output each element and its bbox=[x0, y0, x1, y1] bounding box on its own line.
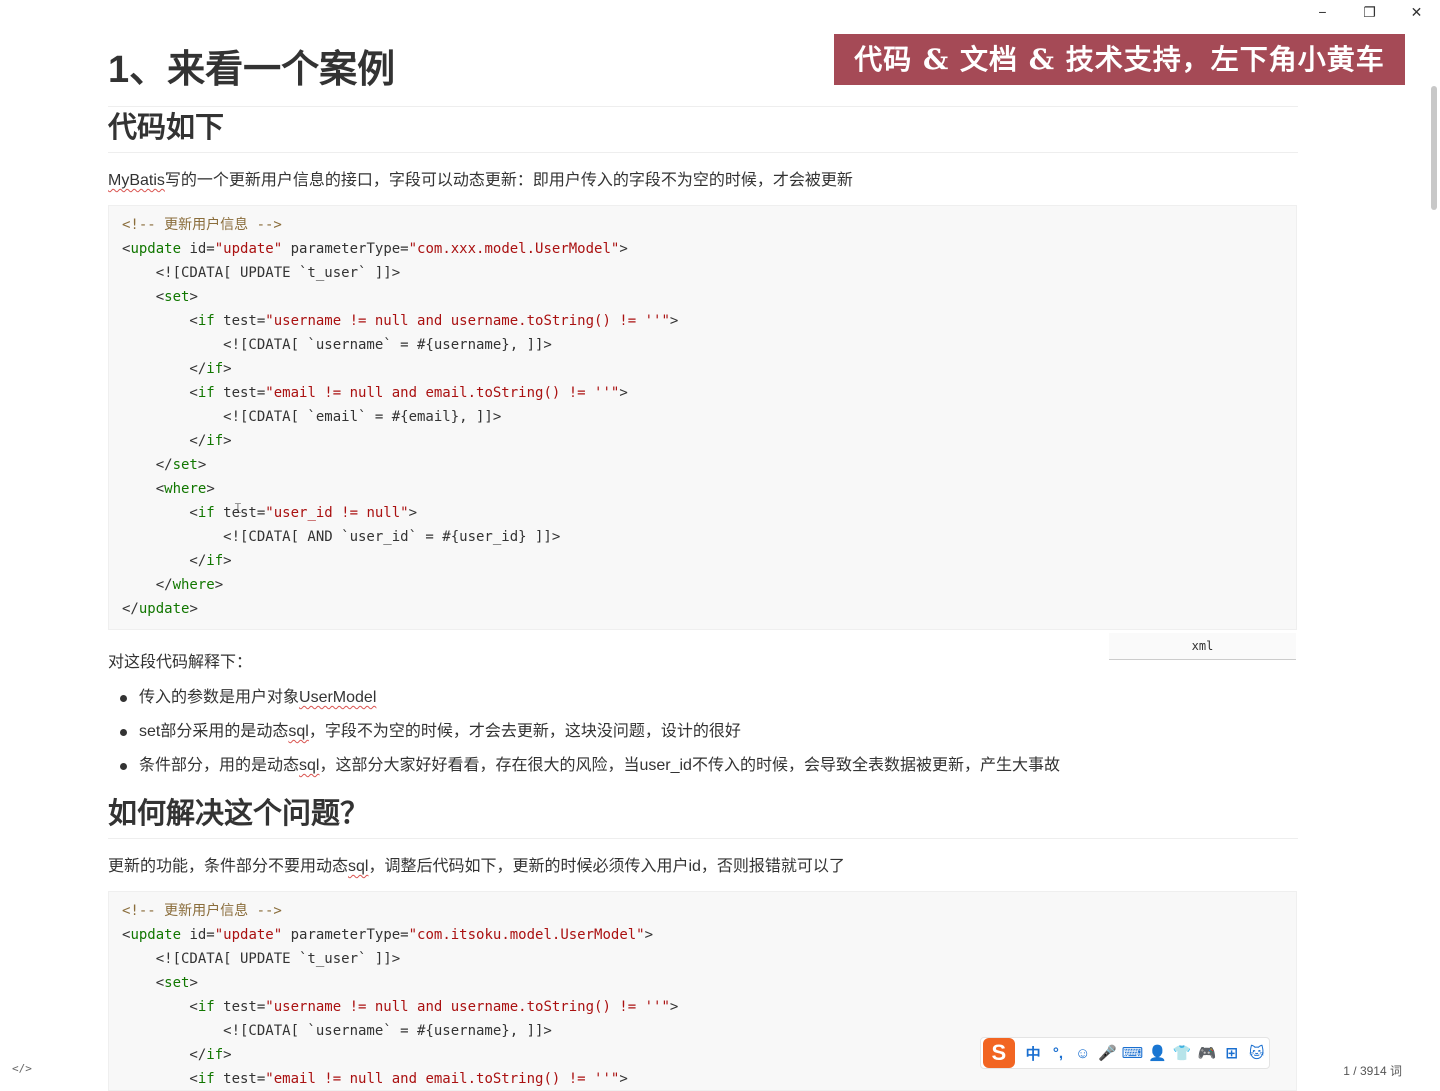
list-item: 传入的参数是用户对象UserModel bbox=[108, 686, 1060, 720]
minimize-button[interactable]: − bbox=[1299, 0, 1346, 24]
emoji-icon[interactable]: ☺ bbox=[1070, 1040, 1095, 1066]
keyboard-icon[interactable]: ⌨ bbox=[1120, 1040, 1145, 1066]
skin-icon[interactable]: 👕 bbox=[1170, 1040, 1195, 1066]
code-line: <if test="email != null and email.toStri… bbox=[122, 1071, 628, 1087]
code-line: </set> bbox=[122, 457, 207, 473]
code-line: <![CDATA[ UPDATE `t_user` ]]> bbox=[122, 265, 401, 281]
code-line: <set> bbox=[122, 289, 198, 305]
solution-text-pre: 更新的功能，条件部分不要用动态 bbox=[108, 858, 349, 875]
code-line: </if> bbox=[122, 433, 232, 449]
code-line: <if test="user_id != null"> bbox=[122, 505, 418, 521]
explanation-list: 传入的参数是用户对象UserModel set部分采用的是动态sql，字段不为空的… bbox=[108, 686, 1060, 788]
code-line: <![CDATA[ `email` = #{email}, ]]> bbox=[122, 409, 502, 425]
intro-paragraph: MyBatis写的一个更新用户信息的接口，字段可以动态更新：即用户传入的字段不为… bbox=[108, 166, 853, 190]
code-line: </if> bbox=[122, 361, 232, 377]
game-icon[interactable]: 🎮 bbox=[1195, 1040, 1220, 1066]
solution-text-post: ，调整后代码如下，更新的时候必须传入用户id，否则报错就可以了 bbox=[368, 858, 845, 875]
list-item: 条件部分，用的是动态sql，这部分大家好好看看，存在很大的风险，当user_id… bbox=[108, 754, 1060, 788]
code-line: <if test="email != null and email.toStri… bbox=[122, 385, 628, 401]
explanation-intro: 对这段代码解释下： bbox=[108, 654, 253, 671]
source-mode-toggle[interactable]: </> bbox=[12, 1062, 32, 1075]
code-line: <if test="username != null and username.… bbox=[122, 999, 679, 1015]
code-line: <![CDATA[ `username` = #{username}, ]]> bbox=[122, 337, 552, 353]
list-item-term: UserModel bbox=[299, 689, 377, 706]
code-line: <!-- 更新用户信息 --> bbox=[122, 217, 282, 233]
code-line: </where> bbox=[122, 577, 224, 593]
promo-banner: 代码 & 文档 & 技术支持，左下角小黄车 bbox=[834, 34, 1405, 85]
toolbox-icon[interactable]: ⊞ bbox=[1219, 1040, 1244, 1066]
list-item-text: 传入的参数是用户对象 bbox=[139, 689, 300, 706]
code-line: <where> bbox=[122, 481, 215, 497]
vertical-scrollbar[interactable] bbox=[1428, 0, 1440, 1080]
list-item-text-post: ，这部分大家好好看看，存在很大的风险，当user_id不传入的时候，会导致全表数… bbox=[319, 757, 1060, 774]
code-line: <update id="update" parameterType="com.i… bbox=[122, 927, 654, 943]
user-icon[interactable]: 👤 bbox=[1145, 1040, 1170, 1066]
list-item: set部分采用的是动态sql，字段不为空的时候，才会去更新，这块没问题，设计的很… bbox=[108, 720, 1060, 754]
sql-term: sql bbox=[348, 858, 369, 875]
sogou-logo-icon[interactable]: S bbox=[983, 1038, 1015, 1068]
code-line: <![CDATA[ AND `user_id` = #{user_id} ]]> bbox=[122, 529, 561, 545]
code-language-label[interactable]: xml bbox=[1109, 633, 1296, 660]
mybatis-term: MyBatis bbox=[108, 172, 165, 189]
code-line: <update id="update" parameterType="com.x… bbox=[122, 241, 628, 257]
intro-text: 写的一个更新用户信息的接口，字段可以动态更新：即用户传入的字段不为空的时候，才会… bbox=[164, 172, 853, 189]
chinese-mode-icon[interactable]: 中 bbox=[1021, 1040, 1046, 1066]
microphone-icon[interactable]: 🎤 bbox=[1095, 1040, 1120, 1066]
solution-paragraph: 更新的功能，条件部分不要用动态sql，调整后代码如下，更新的时候必须传入用户id… bbox=[108, 852, 845, 876]
ime-toolbar: S 中 °, ☺ 🎤 ⌨ 👤 👕 🎮 ⊞ 🐱 bbox=[980, 1037, 1270, 1069]
restore-button[interactable]: ❐ bbox=[1346, 0, 1393, 24]
list-item-text-post: ，字段不为空的时候，才会去更新，这块没问题，设计的很好 bbox=[308, 723, 741, 740]
list-item-term: sql bbox=[288, 723, 309, 740]
list-item-text: 条件部分，用的是动态 bbox=[139, 757, 300, 774]
code-line: <!-- 更新用户信息 --> bbox=[122, 903, 282, 919]
text-cursor-icon: 𝙸 bbox=[233, 500, 243, 516]
list-item-text: set部分采用的是动态 bbox=[139, 723, 289, 740]
section-heading-code: 代码如下 bbox=[108, 108, 1298, 153]
section-heading-solution: 如何解决这个问题？ bbox=[108, 794, 1298, 839]
punctuation-icon[interactable]: °, bbox=[1046, 1040, 1071, 1066]
code-block-original[interactable]: <!-- 更新用户信息 --> <update id="update" param… bbox=[108, 205, 1297, 630]
list-item-term: sql bbox=[299, 757, 320, 774]
window-controls: − ❐ ✕ bbox=[1299, 0, 1440, 24]
code-line: <if test="username != null and username.… bbox=[122, 313, 679, 329]
word-count[interactable]: 1 / 3914 词 bbox=[1343, 1062, 1402, 1079]
mascot-icon[interactable]: 🐱 bbox=[1244, 1040, 1269, 1066]
code-line: </if> bbox=[122, 553, 232, 569]
scrollbar-thumb[interactable] bbox=[1431, 86, 1437, 210]
code-line: <![CDATA[ UPDATE `t_user` ]]> bbox=[122, 951, 401, 967]
code-line: <set> bbox=[122, 975, 198, 991]
code-line: </update> bbox=[122, 601, 198, 617]
